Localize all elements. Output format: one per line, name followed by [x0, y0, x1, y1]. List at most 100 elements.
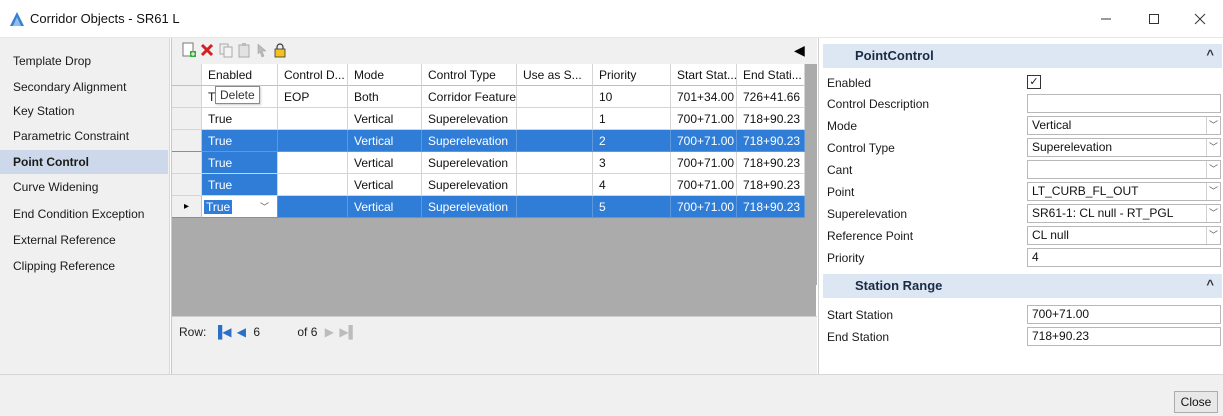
- pick-icon[interactable]: [254, 42, 270, 58]
- cell-control-description[interactable]: [278, 152, 348, 174]
- cell-enabled[interactable]: True: [202, 108, 278, 130]
- cell-control-type[interactable]: Superelevation: [422, 130, 517, 152]
- cell-priority[interactable]: 4: [593, 174, 671, 196]
- row-header[interactable]: [172, 152, 202, 174]
- cell-control-type[interactable]: Superelevation: [422, 152, 517, 174]
- delete-icon[interactable]: [199, 42, 215, 58]
- cell-start-station[interactable]: 700+71.00: [671, 108, 737, 130]
- cell-mode[interactable]: Both: [348, 86, 422, 108]
- point-dropdown[interactable]: LT_CURB_FL_OUT ﹀: [1027, 182, 1221, 201]
- cell-enabled[interactable]: True: [202, 174, 278, 196]
- close-button[interactable]: Close: [1174, 391, 1218, 413]
- cell-priority[interactable]: 10: [593, 86, 671, 108]
- col-header-control-description[interactable]: Control D...: [278, 64, 348, 86]
- table-row[interactable]: ▸ True ﹀ Vertical Superelevation 5 700+7…: [172, 196, 817, 218]
- chevron-down-icon[interactable]: ﹀: [1206, 227, 1220, 244]
- cell-control-type[interactable]: Superelevation: [422, 108, 517, 130]
- cell-end-station[interactable]: 718+90.23: [737, 108, 805, 130]
- paste-icon[interactable]: [236, 42, 252, 58]
- lock-icon[interactable]: [272, 42, 288, 58]
- cell-end-station[interactable]: 718+90.23: [737, 174, 805, 196]
- row-header[interactable]: [172, 174, 202, 196]
- table-row[interactable]: True Vertical Superelevation 3 700+71.00…: [172, 152, 817, 174]
- cell-end-station[interactable]: 726+41.66: [737, 86, 805, 108]
- priority-field[interactable]: 4: [1027, 248, 1221, 267]
- cell-control-description[interactable]: [278, 108, 348, 130]
- cell-control-type[interactable]: Corridor Feature: [422, 86, 517, 108]
- enabled-dropdown[interactable]: True ﹀: [202, 196, 278, 218]
- enabled-checkbox[interactable]: ✓: [1027, 75, 1041, 89]
- cell-start-station[interactable]: 700+71.00: [671, 152, 737, 174]
- cell-start-station[interactable]: 700+71.00: [671, 174, 737, 196]
- cell-start-station[interactable]: 700+71.00: [671, 130, 737, 152]
- control-description-field[interactable]: [1027, 94, 1221, 113]
- cell-enabled[interactable]: True: [202, 130, 278, 152]
- cell-control-description[interactable]: [278, 174, 348, 196]
- table-row[interactable]: True Vertical Superelevation 2 700+71.00…: [172, 130, 817, 152]
- cell-use-as[interactable]: [517, 86, 593, 108]
- cell-priority[interactable]: 5: [593, 196, 671, 218]
- minimize-button[interactable]: [1083, 0, 1129, 38]
- nav-item-point-control[interactable]: Point Control: [0, 150, 168, 174]
- table-row[interactable]: True Vertical Superelevation 4 700+71.00…: [172, 174, 817, 196]
- col-header-priority[interactable]: Priority: [593, 64, 671, 86]
- cell-control-description[interactable]: [278, 130, 348, 152]
- cell-start-station[interactable]: 701+34.00: [671, 86, 737, 108]
- cell-control-type[interactable]: Superelevation: [422, 196, 517, 218]
- nav-item-curve-widening[interactable]: Curve Widening: [0, 175, 168, 199]
- cell-mode[interactable]: Vertical: [348, 196, 422, 218]
- chevron-up-icon[interactable]: ^: [1206, 47, 1214, 62]
- cell-mode[interactable]: Vertical: [348, 152, 422, 174]
- col-header-use-as[interactable]: Use as S...: [517, 64, 593, 86]
- superelevation-dropdown[interactable]: SR61-1: CL null - RT_PGL ﹀: [1027, 204, 1221, 223]
- first-record-icon[interactable]: ▐◀: [214, 325, 232, 339]
- chevron-up-icon[interactable]: ^: [1206, 277, 1214, 292]
- cell-end-station[interactable]: 718+90.23: [737, 152, 805, 174]
- table-row[interactable]: Tr EOP Both Corridor Feature 10 701+34.0…: [172, 86, 817, 108]
- end-station-field[interactable]: 718+90.23: [1027, 327, 1221, 346]
- cell-mode[interactable]: Vertical: [348, 108, 422, 130]
- current-row-input[interactable]: 6: [253, 325, 260, 339]
- cell-use-as[interactable]: [517, 130, 593, 152]
- nav-item-clipping-reference[interactable]: Clipping Reference: [0, 254, 168, 278]
- nav-item-end-condition-exception[interactable]: End Condition Exception: [0, 202, 168, 226]
- collapse-panel-icon[interactable]: ◀: [794, 42, 808, 58]
- nav-item-key-station[interactable]: Key Station: [0, 99, 168, 123]
- cell-mode[interactable]: Vertical: [348, 174, 422, 196]
- copy-icon[interactable]: [218, 42, 234, 58]
- row-header[interactable]: [172, 130, 202, 152]
- cell-enabled[interactable]: True: [202, 152, 278, 174]
- row-header[interactable]: [172, 86, 202, 108]
- cell-priority[interactable]: 1: [593, 108, 671, 130]
- mode-dropdown[interactable]: Vertical ﹀: [1027, 116, 1221, 135]
- cell-control-description[interactable]: [278, 196, 348, 218]
- cell-use-as[interactable]: [517, 196, 593, 218]
- chevron-down-icon[interactable]: ﹀: [1206, 205, 1220, 222]
- nav-item-parametric-constraint[interactable]: Parametric Constraint: [0, 124, 168, 148]
- cell-use-as[interactable]: [517, 108, 593, 130]
- cell-end-station[interactable]: 718+90.23: [737, 196, 805, 218]
- cell-end-station[interactable]: 718+90.23: [737, 130, 805, 152]
- table-row[interactable]: True Vertical Superelevation 1 700+71.00…: [172, 108, 817, 130]
- chevron-down-icon[interactable]: ﹀: [1206, 117, 1220, 134]
- cell-use-as[interactable]: [517, 174, 593, 196]
- cell-use-as[interactable]: [517, 152, 593, 174]
- cell-control-type[interactable]: Superelevation: [422, 174, 517, 196]
- col-header-control-type[interactable]: Control Type: [422, 64, 517, 86]
- chevron-down-icon[interactable]: ﹀: [260, 196, 269, 217]
- col-header-mode[interactable]: Mode: [348, 64, 422, 86]
- nav-item-secondary-alignment[interactable]: Secondary Alignment: [0, 75, 168, 99]
- next-record-icon[interactable]: ▶: [325, 325, 334, 339]
- section-header-point-control[interactable]: PointControl ^: [823, 44, 1222, 68]
- close-window-button[interactable]: [1177, 0, 1223, 38]
- cant-dropdown[interactable]: ﹀: [1027, 160, 1221, 179]
- start-station-field[interactable]: 700+71.00: [1027, 305, 1221, 324]
- section-header-station-range[interactable]: Station Range ^: [823, 274, 1222, 298]
- cell-control-description[interactable]: EOP: [278, 86, 348, 108]
- maximize-button[interactable]: [1131, 0, 1177, 38]
- previous-record-icon[interactable]: ◀: [237, 325, 246, 339]
- cell-priority[interactable]: 3: [593, 152, 671, 174]
- nav-item-external-reference[interactable]: External Reference: [0, 228, 168, 252]
- nav-item-template-drop[interactable]: Template Drop: [0, 49, 168, 73]
- col-header-end-station[interactable]: End Stati...: [737, 64, 805, 86]
